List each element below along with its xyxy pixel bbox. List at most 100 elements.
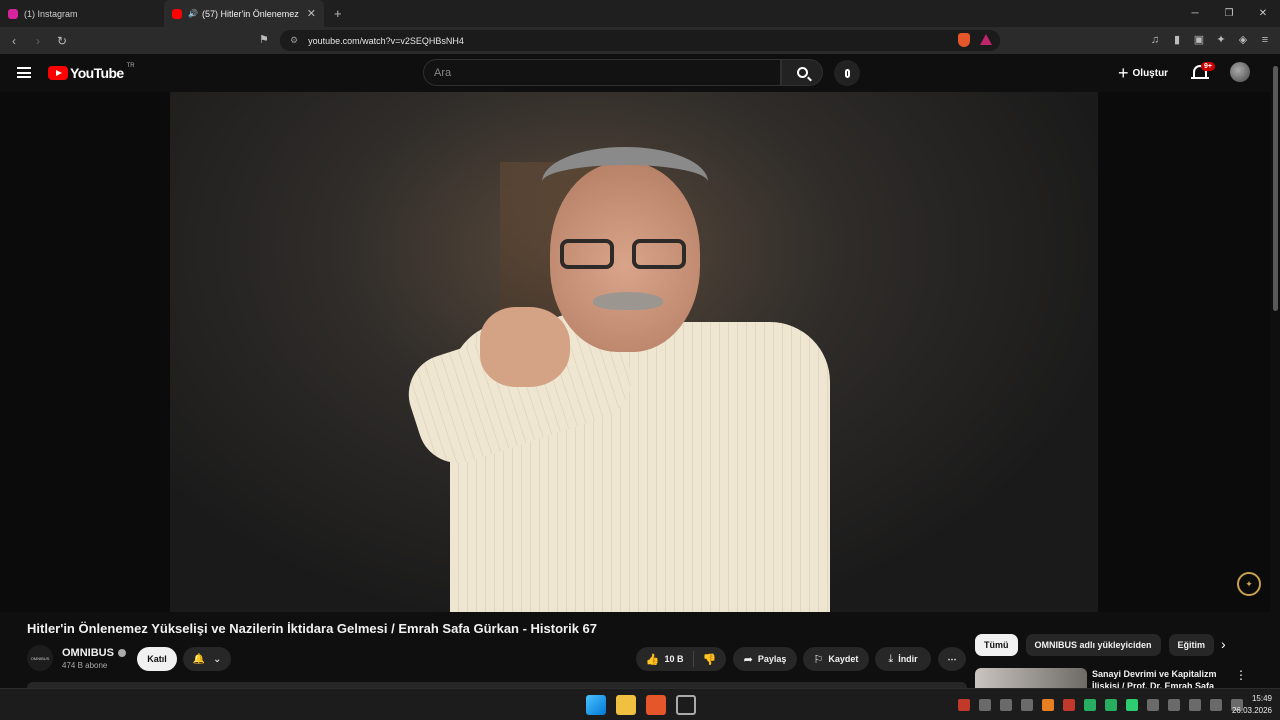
download-icon: ⤓: [888, 652, 894, 665]
hair: [542, 147, 708, 217]
close-tab-icon[interactable]: ✕: [307, 7, 316, 20]
windows-start-icon[interactable]: [586, 695, 606, 715]
browser-tab-bar: (1) Instagram 🔊 (57) Hitler'in Önlenemez…: [0, 0, 1280, 27]
tray-app-icon[interactable]: [1147, 699, 1159, 711]
forward-button[interactable]: ›: [28, 34, 48, 48]
instagram-icon: [8, 8, 18, 19]
microphone-icon: [844, 68, 850, 78]
file-explorer-icon[interactable]: [616, 695, 636, 715]
youtube-header: YouTube TR + Oluştur 9+: [0, 54, 1280, 92]
share-label: Paylaş: [757, 654, 787, 664]
recommendation-title[interactable]: Sanayi Devrimi ve Kapitalizm İlişkisi / …: [1092, 668, 1220, 688]
tab-title: (57) Hitler'in Önlenemez Yükseli: [201, 8, 301, 19]
pointing-fist: [480, 307, 570, 387]
plus-icon: +: [1118, 63, 1129, 83]
tray-app-icon[interactable]: [1084, 699, 1096, 711]
system-clock[interactable]: 15:49 26.03.2026: [1232, 693, 1272, 717]
mustache: [593, 292, 663, 310]
tray-app-icon[interactable]: [979, 699, 991, 711]
restore-button[interactable]: ❐: [1212, 0, 1246, 27]
bookmark-icon[interactable]: ⚑: [259, 33, 269, 46]
microphone-tray-icon[interactable]: [1168, 699, 1180, 711]
create-button[interactable]: + Oluştur: [1118, 62, 1168, 84]
tray-app-icon[interactable]: [1042, 699, 1054, 711]
like-count[interactable]: 10 B: [664, 654, 683, 664]
glasses: [560, 239, 690, 271]
menu-icon[interactable]: ≡: [1258, 30, 1272, 46]
search-icon: [796, 67, 808, 78]
page-scrollbar[interactable]: [1271, 54, 1280, 688]
recommendation-thumbnail[interactable]: [975, 668, 1087, 688]
address-bar-row: ‹ › ↻ ⚙ youtube.com/watch?v=v2SEQHBsNH4 …: [0, 27, 1280, 54]
close-window-button[interactable]: ✕: [1246, 0, 1280, 27]
verified-icon: [117, 649, 126, 658]
new-tab-button[interactable]: +: [334, 6, 342, 21]
back-button[interactable]: ‹: [4, 34, 24, 48]
music-icon[interactable]: ♫: [1148, 30, 1162, 46]
vpn-icon[interactable]: ◈: [1236, 30, 1250, 46]
tab-instagram[interactable]: (1) Instagram: [0, 0, 164, 27]
toolbar-icons: ♫ ▮ ▣ ✦ ◈ ≡: [1148, 30, 1272, 46]
create-label: Oluştur: [1132, 67, 1169, 79]
youtube-logo[interactable]: YouTube TR: [48, 63, 135, 81]
chevron-right-icon[interactable]: ›: [1221, 636, 1226, 652]
chip-from-uploader[interactable]: OMNIBUS adlı yükleyiciden: [1025, 634, 1161, 656]
chip-all[interactable]: Tümü: [975, 634, 1018, 656]
recommendation-more-icon[interactable]: ⋮: [1235, 668, 1247, 682]
search-button[interactable]: [781, 59, 823, 86]
leo-icon[interactable]: ✦: [1214, 30, 1228, 46]
url-text: youtube.com/watch?v=v2SEQHBsNH4: [308, 35, 464, 46]
tray-app-icon[interactable]: [1063, 699, 1075, 711]
wallet-icon[interactable]: ▣: [1192, 30, 1206, 46]
tray-app-icon[interactable]: [1105, 699, 1117, 711]
site-info-icon[interactable]: ⚙: [290, 35, 298, 46]
tray-app-icon[interactable]: [1021, 699, 1033, 711]
clock-time: 15:49: [1251, 694, 1272, 703]
tray-app-icon[interactable]: [1000, 699, 1012, 711]
search-box: [423, 59, 781, 86]
channel-name-row[interactable]: OMNIBUS: [62, 647, 126, 659]
minimize-button[interactable]: ─: [1178, 0, 1212, 27]
dislike-icon[interactable]: 👎: [703, 653, 717, 666]
taskbar-apps: [586, 695, 696, 715]
channel-name[interactable]: OMNIBUS: [62, 647, 114, 659]
save-button[interactable]: ⚐ Kaydet: [803, 647, 869, 671]
video-speaker: [398, 142, 830, 612]
join-button[interactable]: Katıl: [137, 647, 177, 671]
brave-shields-icon[interactable]: [958, 33, 970, 47]
notifications-badge: 9+: [1201, 62, 1215, 71]
volume-icon[interactable]: [1210, 699, 1222, 711]
subscription-bell-button[interactable]: 🔔 ⌄: [183, 647, 231, 671]
user-avatar[interactable]: [1230, 62, 1250, 82]
url-field[interactable]: ⚙ youtube.com/watch?v=v2SEQHBsNH4: [280, 30, 1000, 51]
menu-hamburger-icon[interactable]: [17, 67, 31, 78]
tray-app-icon[interactable]: [958, 699, 970, 711]
brave-rewards-icon[interactable]: [980, 34, 992, 45]
subscriber-count: 474 B abone: [62, 661, 108, 670]
more-actions-button[interactable]: ⋯: [938, 647, 966, 671]
logo-text: YouTube: [70, 65, 124, 81]
download-button[interactable]: ⤓ İndir: [875, 647, 931, 671]
share-button[interactable]: ➦ Paylaş: [733, 647, 797, 671]
chip-education[interactable]: Eğitim: [1168, 634, 1215, 656]
more-icon: ⋯: [947, 653, 957, 664]
tab-youtube[interactable]: 🔊 (57) Hitler'in Önlenemez Yükseli ✕: [164, 0, 324, 27]
speaker-icon[interactable]: 🔊: [188, 9, 198, 18]
like-dislike-group: 👍 10 B 👎: [636, 647, 726, 671]
network-icon[interactable]: [1189, 699, 1201, 711]
divider: [692, 651, 694, 667]
video-player[interactable]: ✦: [0, 92, 1270, 612]
voice-search-button[interactable]: [834, 60, 860, 86]
brave-browser-icon[interactable]: [646, 695, 666, 715]
video-overlay-icon[interactable]: ✦: [1237, 572, 1261, 596]
sidebar-icon[interactable]: ▮: [1170, 30, 1184, 46]
clock-app-icon[interactable]: [676, 695, 696, 715]
download-label: İndir: [898, 654, 918, 664]
search-input[interactable]: [434, 66, 780, 79]
youtube-play-icon: [48, 66, 68, 80]
channel-avatar[interactable]: OMNIBUS: [27, 645, 53, 671]
save-label: Kaydet: [828, 654, 859, 664]
tray-app-icon[interactable]: [1126, 699, 1138, 711]
reload-button[interactable]: ↻: [52, 34, 72, 48]
like-icon[interactable]: 👍: [646, 653, 660, 666]
